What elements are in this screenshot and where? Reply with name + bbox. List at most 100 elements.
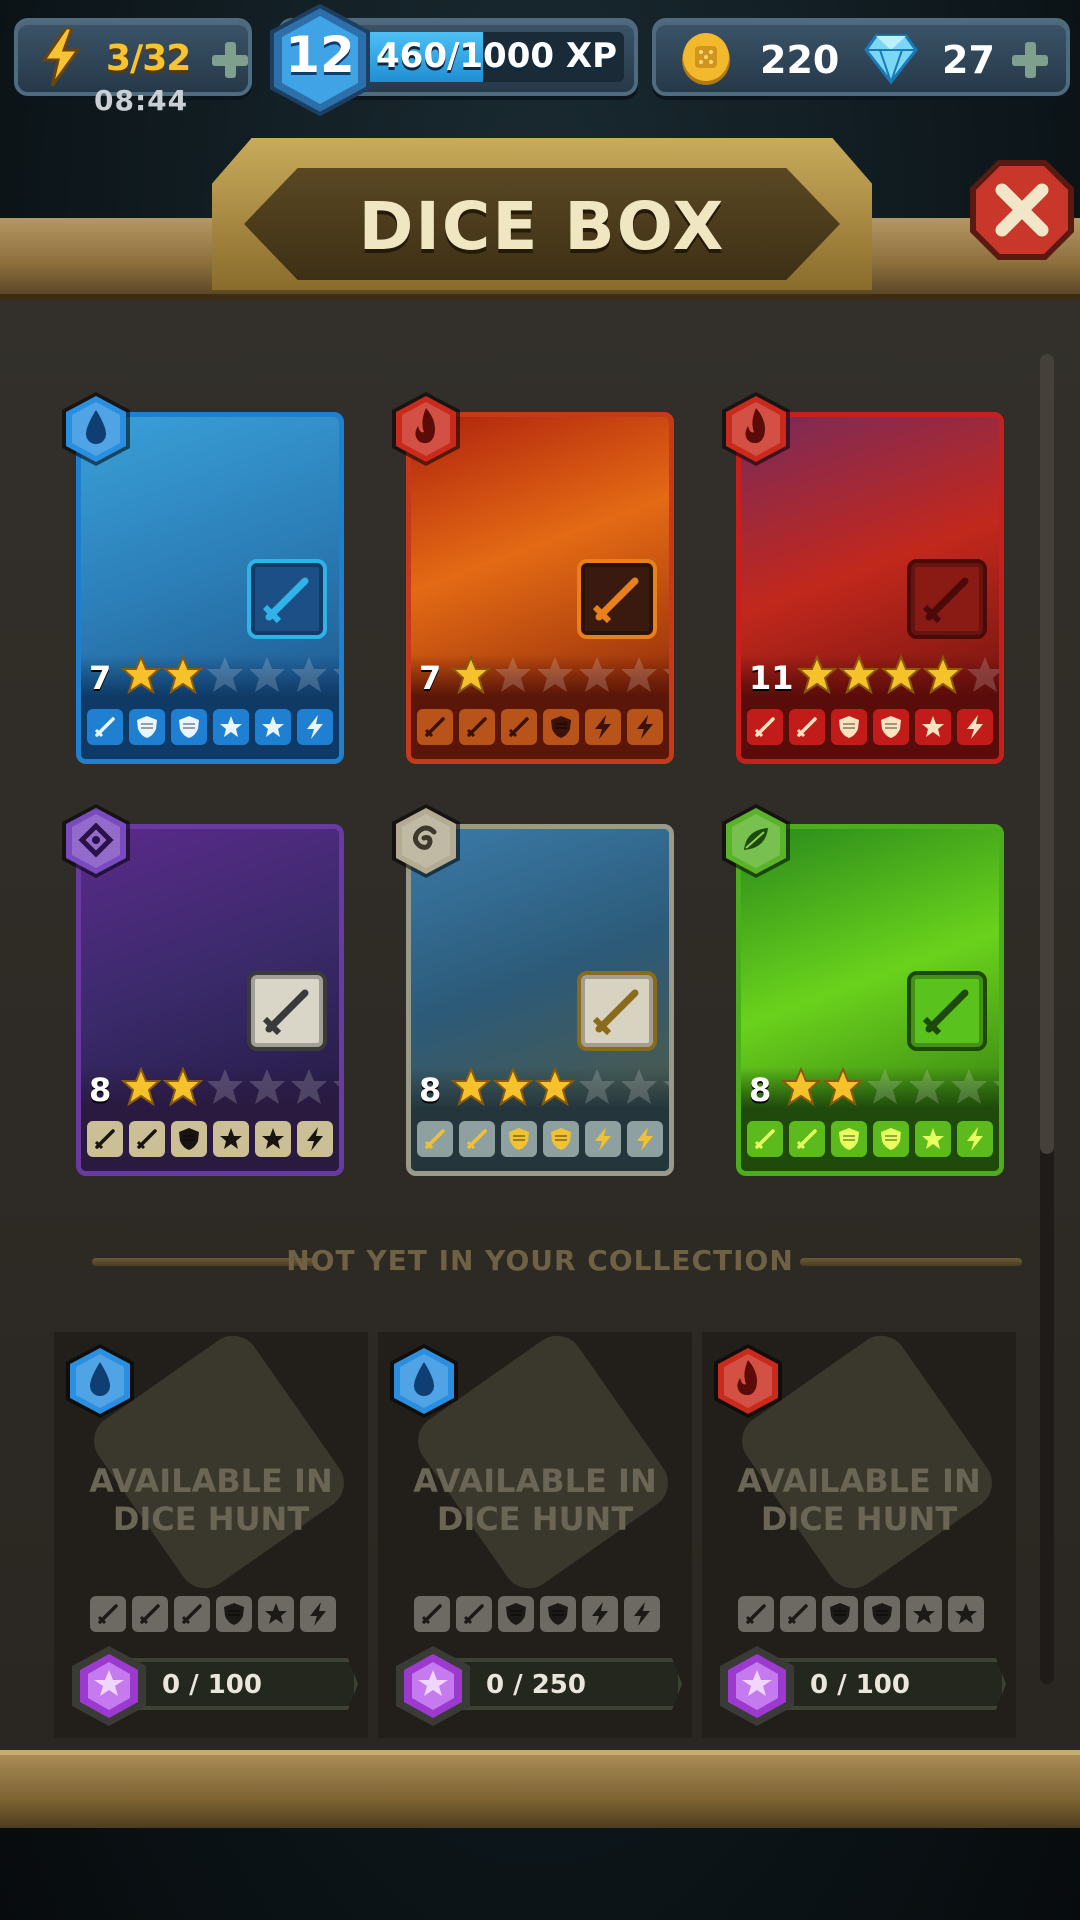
star-filled-icon bbox=[535, 1067, 575, 1107]
face-shield-icon bbox=[873, 709, 909, 745]
xp-text: 460/1000 XP bbox=[376, 36, 617, 76]
face-sword-icon bbox=[738, 1596, 774, 1632]
star-empty-icon bbox=[951, 1069, 987, 1104]
face-sword-icon bbox=[90, 1596, 126, 1632]
face-bolt-icon bbox=[585, 709, 621, 745]
face-shield-icon bbox=[171, 1121, 207, 1157]
face-star-icon bbox=[213, 1121, 249, 1157]
star-empty-icon bbox=[967, 657, 999, 692]
face-shield-icon bbox=[129, 709, 165, 745]
dice-icon bbox=[247, 971, 327, 1051]
star-filled-icon bbox=[823, 1067, 863, 1107]
coin-icon bbox=[682, 33, 730, 85]
face-star-icon bbox=[948, 1596, 984, 1632]
face-sword-icon bbox=[456, 1596, 492, 1632]
star-filled-icon bbox=[881, 655, 921, 695]
star-filled-icon bbox=[121, 655, 161, 695]
star-rating bbox=[451, 655, 669, 695]
dice-faces bbox=[414, 1596, 660, 1632]
shadow-element-icon bbox=[62, 804, 130, 878]
face-bolt-icon bbox=[582, 1596, 618, 1632]
add-energy-button[interactable] bbox=[210, 40, 250, 80]
locked-dice-card[interactable]: AVAILABLE IN DICE HUNT 0 / 250 bbox=[378, 1325, 692, 1738]
face-shield-icon bbox=[822, 1596, 858, 1632]
fire-element-icon bbox=[714, 1344, 782, 1418]
face-sword-icon bbox=[87, 1121, 123, 1157]
star-rating bbox=[121, 655, 339, 695]
face-sword-icon bbox=[414, 1596, 450, 1632]
star-empty-icon bbox=[495, 657, 531, 692]
add-currency-button[interactable] bbox=[1010, 40, 1050, 80]
face-shield-icon bbox=[831, 1121, 867, 1157]
card-level: 11 bbox=[749, 659, 794, 697]
card-level: 8 bbox=[89, 1071, 112, 1109]
star-filled-icon bbox=[163, 655, 203, 695]
face-sword-icon bbox=[789, 1121, 825, 1157]
availability-line-1: AVAILABLE IN bbox=[737, 1462, 981, 1500]
star-filled-icon bbox=[839, 655, 879, 695]
face-sword-icon bbox=[132, 1596, 168, 1632]
availability-line-2: DICE HUNT bbox=[112, 1500, 310, 1538]
wood-frame-bottom bbox=[0, 1750, 1080, 1828]
locked-dice-card[interactable]: AVAILABLE IN DICE HUNT 0 / 100 bbox=[702, 1325, 1016, 1738]
face-sword-icon bbox=[174, 1596, 210, 1632]
star-empty-icon bbox=[867, 1069, 903, 1104]
face-bolt-icon bbox=[297, 1121, 333, 1157]
star-empty-icon bbox=[909, 1069, 945, 1104]
energy-bolt-icon bbox=[41, 28, 81, 86]
star-empty-icon bbox=[537, 657, 573, 692]
star-filled-icon bbox=[121, 1067, 161, 1107]
face-star-icon bbox=[906, 1596, 942, 1632]
star-filled-icon bbox=[797, 655, 837, 695]
face-star-icon bbox=[255, 1121, 291, 1157]
water-element-icon bbox=[66, 1344, 134, 1418]
availability-text: AVAILABLE IN DICE HUNT bbox=[702, 1462, 1016, 1538]
close-button[interactable] bbox=[968, 158, 1076, 262]
scrollbar-thumb[interactable] bbox=[1040, 354, 1054, 1154]
face-star-icon bbox=[258, 1596, 294, 1632]
face-bolt-icon bbox=[624, 1596, 660, 1632]
star-empty-icon bbox=[207, 1069, 243, 1104]
water-element-icon bbox=[62, 392, 130, 466]
star-empty-icon bbox=[621, 657, 657, 692]
face-bolt-icon bbox=[627, 1121, 663, 1157]
face-shield-icon bbox=[216, 1596, 252, 1632]
face-shield-icon bbox=[540, 1596, 576, 1632]
availability-line-2: DICE HUNT bbox=[436, 1500, 634, 1538]
card-level: 7 bbox=[419, 659, 442, 697]
dice-icon bbox=[907, 559, 987, 639]
dice-icon bbox=[247, 559, 327, 639]
face-sword-icon bbox=[87, 709, 123, 745]
dice-faces bbox=[87, 709, 333, 745]
card-level: 7 bbox=[89, 659, 112, 697]
face-star-icon bbox=[915, 709, 951, 745]
face-star-icon bbox=[213, 709, 249, 745]
face-shield-icon bbox=[831, 709, 867, 745]
face-bolt-icon bbox=[585, 1121, 621, 1157]
star-filled-icon bbox=[451, 1067, 491, 1107]
face-star-icon bbox=[915, 1121, 951, 1157]
dice-faces bbox=[87, 1121, 333, 1157]
availability-line-1: AVAILABLE IN bbox=[89, 1462, 333, 1500]
star-rating bbox=[781, 1067, 999, 1107]
face-shield-icon bbox=[171, 709, 207, 745]
scrollbar[interactable] bbox=[1040, 354, 1054, 1684]
star-filled-icon bbox=[493, 1067, 533, 1107]
face-bolt-icon bbox=[300, 1596, 336, 1632]
card-level: 8 bbox=[749, 1071, 772, 1109]
dice-icon bbox=[577, 971, 657, 1051]
dice-faces bbox=[738, 1596, 984, 1632]
star-empty-icon bbox=[291, 1069, 327, 1104]
face-sword-icon bbox=[789, 709, 825, 745]
star-empty-icon bbox=[249, 1069, 285, 1104]
energy-count: 3/32 bbox=[106, 38, 191, 79]
star-empty-icon bbox=[333, 669, 339, 692]
currency-pill[interactable]: 220 27 bbox=[652, 18, 1070, 96]
locked-dice-card[interactable]: AVAILABLE IN DICE HUNT 0 / 100 bbox=[54, 1325, 368, 1738]
face-bolt-icon bbox=[957, 1121, 993, 1157]
fire-element-icon bbox=[722, 392, 790, 466]
star-empty-icon bbox=[579, 657, 615, 692]
availability-text: AVAILABLE IN DICE HUNT bbox=[54, 1462, 368, 1538]
face-star-icon bbox=[255, 709, 291, 745]
star-empty-icon bbox=[249, 657, 285, 692]
